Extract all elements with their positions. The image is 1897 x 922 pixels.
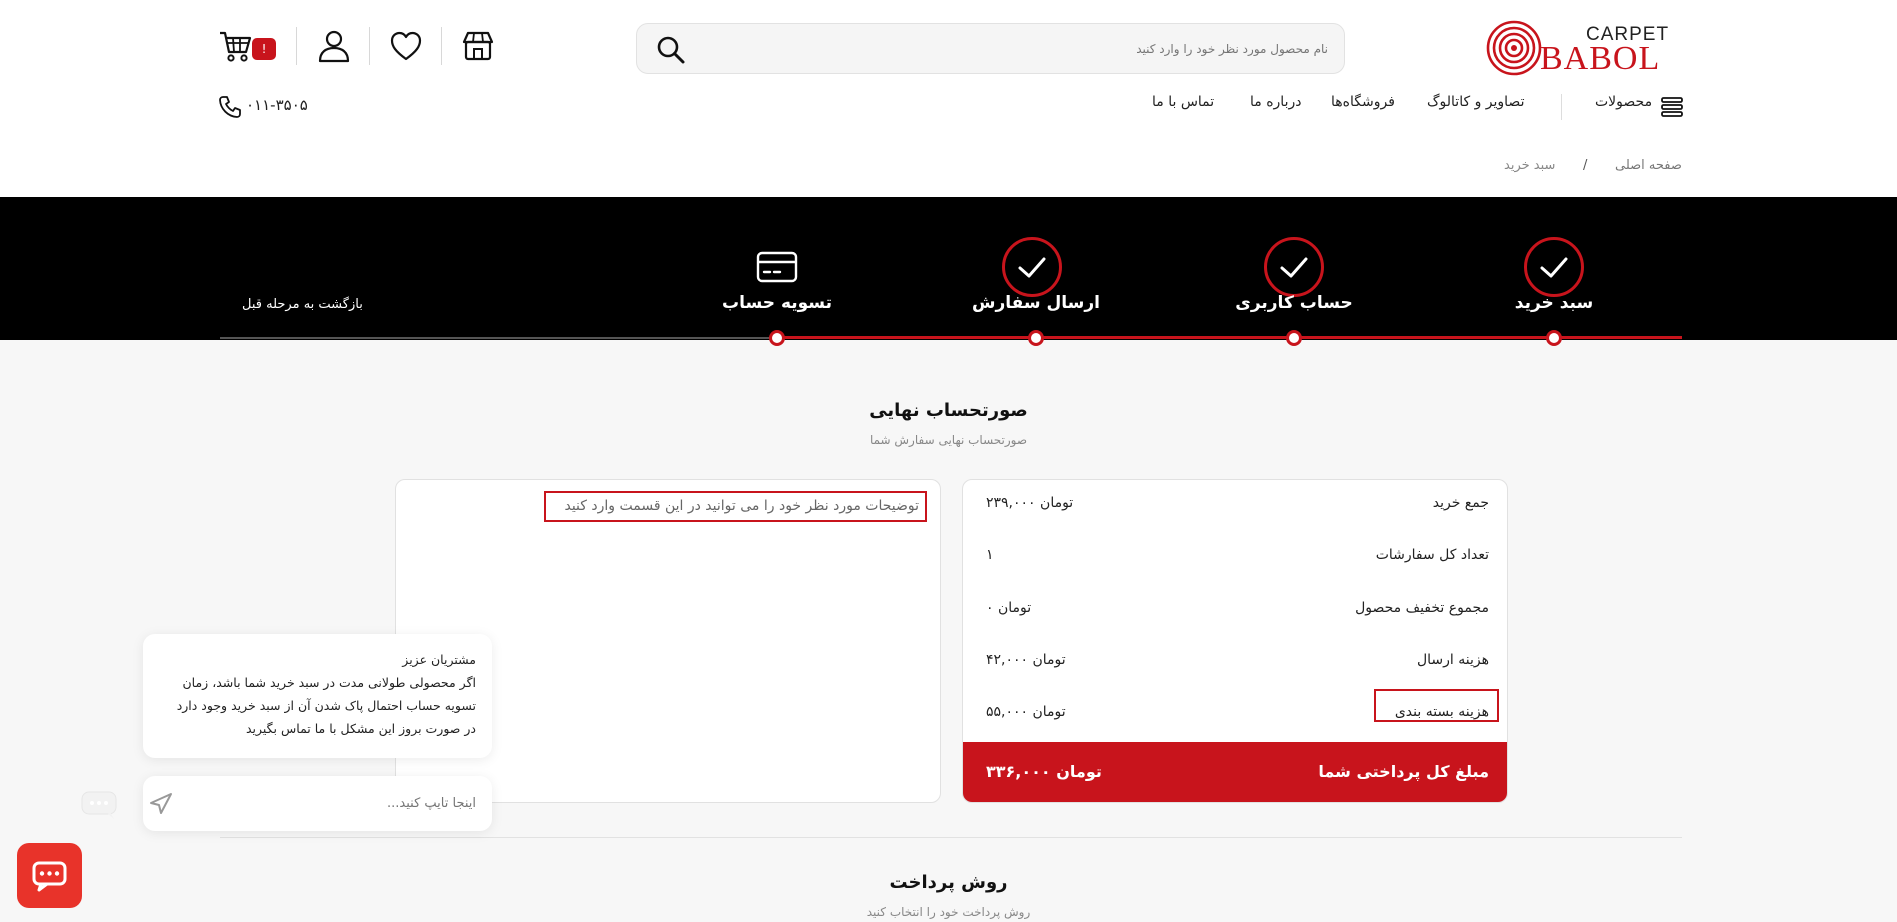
breadcrumb-current: سبد خرید <box>1504 158 1556 173</box>
summary-label: جمع خرید <box>1432 495 1489 511</box>
send-icon[interactable] <box>147 790 175 818</box>
credit-card-icon <box>756 251 798 283</box>
total-label: مبلغ کل پرداختی شما <box>1318 762 1489 781</box>
user-icon[interactable] <box>316 28 352 64</box>
step-dot-shipping <box>1028 330 1044 346</box>
search-bar <box>636 23 1345 74</box>
summary-label: هزینه ارسال <box>1416 652 1489 668</box>
cart-badge: ! <box>252 38 276 60</box>
summary-value: ۱ <box>986 547 994 563</box>
nav-divider <box>1561 94 1562 120</box>
summary-label: تعداد کل سفارشات <box>1375 547 1489 563</box>
section-divider <box>220 837 1682 838</box>
chat-line: اگر محصولی طولانی مدت در سبد خرید شما با… <box>182 675 477 690</box>
step-label-shipping[interactable]: ارسال سفارش <box>971 293 1101 313</box>
breadcrumb-home[interactable]: صفحه اصلی <box>1615 158 1682 173</box>
back-to-previous-step[interactable]: بازگشت به مرحله قبل <box>242 297 363 312</box>
menu-icon[interactable] <box>1660 95 1684 119</box>
step-account-check <box>1264 237 1324 297</box>
step-dot-account <box>1286 330 1302 346</box>
site-header: CARPET BABOL ! محصولا <box>0 0 1897 140</box>
nav-gallery-catalog[interactable]: تصاویر و کاتالوگ <box>1427 94 1524 110</box>
nav-about[interactable]: درباره ما <box>1250 94 1301 110</box>
chat-line: مشتریان عزیز <box>402 652 476 667</box>
phone-number[interactable]: ۰۱۱-۳۵۰۵ <box>246 96 308 114</box>
step-dot-payment <box>769 330 785 346</box>
payment-method-title: روش پرداخت <box>889 872 1008 893</box>
step-cart-check <box>1524 237 1584 297</box>
notes-placeholder: توضیحات مورد نظر خود را می توانید در این… <box>544 491 927 522</box>
payment-method-subtitle: روش پرداخت خود را انتخاب کنید <box>866 905 1031 919</box>
summary-row-discount: مجموع تخفیف محصول ۰ تومان <box>963 587 1507 639</box>
chat-bubble-icon[interactable] <box>80 790 118 820</box>
chat-icon <box>32 861 67 892</box>
summary-value: ۵۵,۰۰۰ تومان <box>986 704 1066 720</box>
header-divider <box>441 27 442 65</box>
header-divider <box>369 27 370 65</box>
summary-row-shipping: هزینه ارسال ۴۲,۰۰۰ تومان <box>963 639 1507 691</box>
breadcrumb <box>0 140 1897 197</box>
cart-icon[interactable] <box>218 28 254 64</box>
nav-stores[interactable]: فروشگاه‌ها <box>1331 94 1395 110</box>
total-bar: مبلغ کل پرداختی شما ۳۳۶,۰۰۰ تومان <box>963 742 1507 802</box>
check-icon <box>1540 257 1568 278</box>
chat-input-box <box>143 776 492 831</box>
search-input[interactable] <box>768 24 1328 73</box>
step-dot-cart <box>1546 330 1562 346</box>
step-label-account[interactable]: حساب کاربری <box>1229 293 1359 313</box>
chat-message-bubble: مشتریان عزیز اگر محصولی طولانی مدت در سب… <box>143 634 492 758</box>
summary-value: ۰ تومان <box>986 600 1032 616</box>
check-icon <box>1018 257 1046 278</box>
summary-row-packing: هزینه بسته بندی ۵۵,۰۰۰ تومان <box>963 689 1507 743</box>
summary-value: ۴۲,۰۰۰ تومان <box>986 652 1066 668</box>
summary-row-subtotal: جمع خرید ۲۳۹,۰۰۰ تومان <box>963 482 1507 534</box>
chat-input[interactable] <box>216 776 476 831</box>
header-divider <box>296 27 297 65</box>
heart-icon[interactable] <box>388 28 424 64</box>
step-shipping-check <box>1002 237 1062 297</box>
summary-label: هزینه بسته بندی <box>1394 704 1489 720</box>
checkout-stepper <box>0 197 1897 340</box>
total-value: ۳۳۶,۰۰۰ تومان <box>986 762 1102 781</box>
summary-label: مجموع تخفیف محصول <box>1355 600 1489 616</box>
phone-icon <box>219 96 241 118</box>
nav-contact[interactable]: تماس با ما <box>1152 94 1214 110</box>
invoice-subtitle: صورتحساب نهایی سفارش شما <box>869 433 1028 447</box>
step-label-payment[interactable]: تسویه حساب <box>712 293 842 313</box>
chat-launcher-button[interactable] <box>17 843 82 908</box>
summary-value: ۲۳۹,۰۰۰ تومان <box>986 495 1074 511</box>
check-icon <box>1280 257 1308 278</box>
invoice-title: صورتحساب نهایی <box>869 400 1028 421</box>
summary-row-order-count: تعداد کل سفارشات ۱ <box>963 534 1507 586</box>
search-icon[interactable] <box>655 34 687 66</box>
step-label-cart[interactable]: سبد خرید <box>1504 293 1604 313</box>
invoice-summary: جمع خرید ۲۳۹,۰۰۰ تومان تعداد کل سفارشات … <box>962 479 1508 803</box>
logo-babol-text: BABOL <box>1540 40 1661 77</box>
breadcrumb-separator: / <box>1583 158 1588 173</box>
chat-line: در صورت بروز این مشکل با ما تماس بگیرید <box>245 721 476 736</box>
nav-products[interactable]: محصولات <box>1595 94 1652 110</box>
chat-line: تسویه حساب احتمال پاک شدن آن از سبد خرید… <box>176 698 476 713</box>
store-icon[interactable] <box>460 28 496 64</box>
